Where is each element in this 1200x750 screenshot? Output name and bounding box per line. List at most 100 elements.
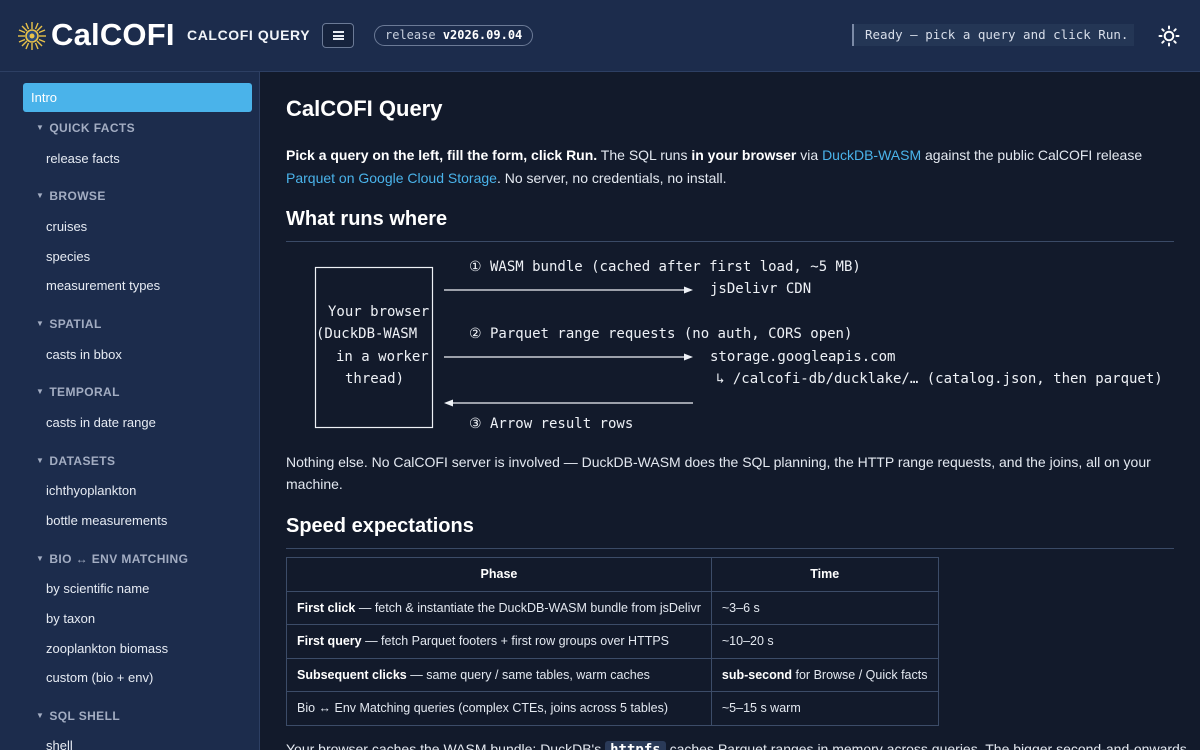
caret-down-icon: ▼ — [36, 387, 45, 396]
sidebar-item-shell[interactable]: shell — [46, 738, 73, 750]
sidebar-item-intro[interactable]: Intro — [23, 83, 252, 112]
sidebar-section-bio-env-matching[interactable]: ▼ BIO ↔ ENV MATCHING — [36, 552, 188, 566]
sidebar-section-temporal[interactable]: ▼ TEMPORAL — [36, 385, 120, 399]
cache-text-2: caches Parquet ranges in memory across q… — [665, 741, 1187, 750]
sun-logo-icon — [18, 22, 46, 50]
sidebar-item-custom-bio-env[interactable]: custom (bio + env) — [46, 670, 153, 685]
phase-bold: First query — [297, 634, 362, 649]
phase-cell: Subsequent clicks — same query / same ta… — [286, 657, 712, 692]
where-note: Nothing else. No CalCOFI server is invol… — [286, 454, 1151, 492]
top-bar: CalCOFI CALCOFI QUERY release v2026.09.0… — [0, 0, 1200, 72]
browser-box-line-3: in a worker — [336, 349, 429, 365]
time-text: for Browse / Quick facts — [792, 667, 928, 682]
release-version: v2026.09.04 — [442, 28, 523, 42]
cache-text-1: Your browser caches the WASM bundle; Duc… — [286, 741, 606, 750]
heading-speed-expectations: Speed expectations — [286, 515, 474, 537]
step-2-label: ② Parquet range requests (no auth, CORS … — [469, 326, 853, 342]
column-header-phase: Phase — [286, 557, 712, 592]
table-header-row: Phase Time — [286, 557, 939, 592]
target-jsdelivr: jsDelivr CDN — [710, 281, 812, 297]
caret-down-icon: ▼ — [36, 191, 45, 200]
parquet-gcs-link[interactable]: Parquet on Google Cloud Storage — [286, 170, 497, 186]
sidebar-item-species[interactable]: species — [46, 249, 90, 264]
time-text: ~10–20 s — [721, 634, 774, 649]
caret-down-icon: ▼ — [36, 554, 45, 563]
heading-what-runs-where: What runs where — [286, 208, 448, 230]
time-text: ~5–15 s warm — [721, 701, 801, 716]
time-cell: ~10–20 s — [710, 624, 939, 659]
time-bold: sub-second — [721, 667, 793, 682]
sidebar-section-spatial[interactable]: ▼ SPATIAL — [36, 317, 102, 331]
caret-down-icon: ▼ — [36, 456, 45, 465]
sidebar-section-sql-shell[interactable]: ▼ SQL SHELL — [36, 709, 120, 723]
phase-text: Bio ↔ Env Matching queries (complex CTEs… — [297, 701, 668, 716]
time-cell: ~5–15 s warm — [710, 691, 939, 726]
browser-box-line-1: Your browser — [328, 304, 430, 320]
caret-down-icon: ▼ — [36, 123, 45, 132]
caret-down-icon: ▼ — [36, 711, 45, 720]
hamburger-icon — [332, 31, 344, 40]
sidebar-section-browse[interactable]: ▼ BROWSE — [36, 189, 106, 203]
sidebar-item-ichthyoplankton[interactable]: ichthyoplankton — [46, 483, 136, 498]
table-row: First query — fetch Parquet footers + fi… — [286, 624, 939, 659]
sidebar-item-measurement-types[interactable]: measurement types — [46, 278, 160, 293]
page-title: CalCOFI Query — [286, 96, 443, 121]
httpfs-code: httpfs — [605, 741, 666, 750]
table-row: Bio ↔ Env Matching queries (complex CTEs… — [286, 691, 939, 726]
phase-text: — same query / same tables, warm caches — [406, 667, 650, 682]
phase-bold: Subsequent clicks — [297, 667, 407, 682]
section-label: BIO ↔ ENV MATCHING — [49, 552, 189, 566]
menu-button[interactable] — [322, 23, 354, 48]
section-label: DATASETS — [49, 454, 116, 468]
intro-text-4: . No server, no credentials, no install. — [496, 169, 727, 186]
duckdb-wasm-link[interactable]: DuckDB-WASM — [822, 147, 921, 163]
intro-text-3: against the public CalCOFI release — [921, 147, 1143, 163]
speed-table: Phase Time First click — fetch & instant… — [286, 557, 939, 726]
caret-down-icon: ▼ — [36, 319, 45, 328]
sidebar-item-bottle-measurements[interactable]: bottle measurements — [46, 513, 167, 528]
intro-paragraph: Pick a query on the left, fill the form,… — [286, 144, 1186, 189]
time-cell: sub-second for Browse / Quick facts — [710, 657, 939, 692]
intro-text-1: The SQL runs — [597, 147, 692, 163]
intro-bold-2: in your browser — [691, 147, 797, 163]
intro-bold-1: Pick a query on the left, fill the form,… — [286, 147, 598, 163]
sidebar-section-datasets[interactable]: ▼ DATASETS — [36, 454, 115, 468]
brand-logo-text[interactable]: CalCOFI — [51, 17, 175, 53]
sidebar-item-casts-in-bbox[interactable]: casts in bbox — [46, 347, 122, 362]
section-label: TEMPORAL — [49, 385, 120, 399]
column-header-time: Time — [710, 557, 939, 592]
time-text: ~3–6 s — [721, 600, 760, 615]
main-content: CalCOFI Query Pick a query on the left, … — [261, 72, 1200, 750]
time-cell: ~3–6 s — [710, 590, 939, 625]
section-label: SPATIAL — [49, 317, 102, 331]
sidebar-item-by-scientific-name[interactable]: by scientific name — [46, 581, 149, 596]
intro-text-2: via — [796, 147, 823, 163]
step-1-label: ① WASM bundle (cached after first load, … — [469, 259, 861, 275]
sidebar-item-casts-in-date-range[interactable]: casts in date range — [46, 415, 156, 430]
phase-cell: First click — fetch & instantiate the Du… — [286, 590, 712, 625]
sidebar-item-cruises[interactable]: cruises — [46, 219, 87, 234]
phase-cell: First query — fetch Parquet footers + fi… — [286, 624, 712, 659]
section-label: QUICK FACTS — [49, 121, 136, 135]
sidebar-item-by-taxon[interactable]: by taxon — [46, 611, 95, 626]
sun-theme-icon[interactable] — [1158, 25, 1180, 47]
table-row: First click — fetch & instantiate the Du… — [286, 590, 939, 625]
section-label: BROWSE — [49, 189, 106, 203]
app-title: CALCOFI QUERY — [187, 27, 311, 43]
sidebar-item-release-facts[interactable]: release facts — [46, 151, 120, 166]
browser-box-line-2: (DuckDB-WASM — [316, 326, 418, 342]
architecture-diagram: Your browser (DuckDB-WASM in a worker th… — [286, 252, 1186, 442]
status-message: Ready — pick a query and click Run. — [852, 24, 1134, 46]
release-prefix: release — [385, 28, 436, 42]
sidebar-section-quick-facts[interactable]: ▼ QUICK FACTS — [36, 121, 135, 135]
section-label: SQL SHELL — [49, 709, 121, 723]
release-badge: release v2026.09.04 — [374, 25, 534, 46]
divider — [286, 241, 1174, 242]
sidebar-item-zooplankton-biomass[interactable]: zooplankton biomass — [46, 641, 168, 656]
divider — [286, 548, 1174, 549]
step-3-label: ③ Arrow result rows — [469, 416, 634, 432]
cache-note: Your browser caches the WASM bundle; Duc… — [286, 738, 1187, 750]
phase-text: — fetch Parquet footers + first row grou… — [361, 634, 670, 649]
sidebar: Intro ▼ QUICK FACTS release facts ▼ BROWSE… — [0, 72, 260, 750]
phase-bold: First click — [297, 600, 356, 615]
